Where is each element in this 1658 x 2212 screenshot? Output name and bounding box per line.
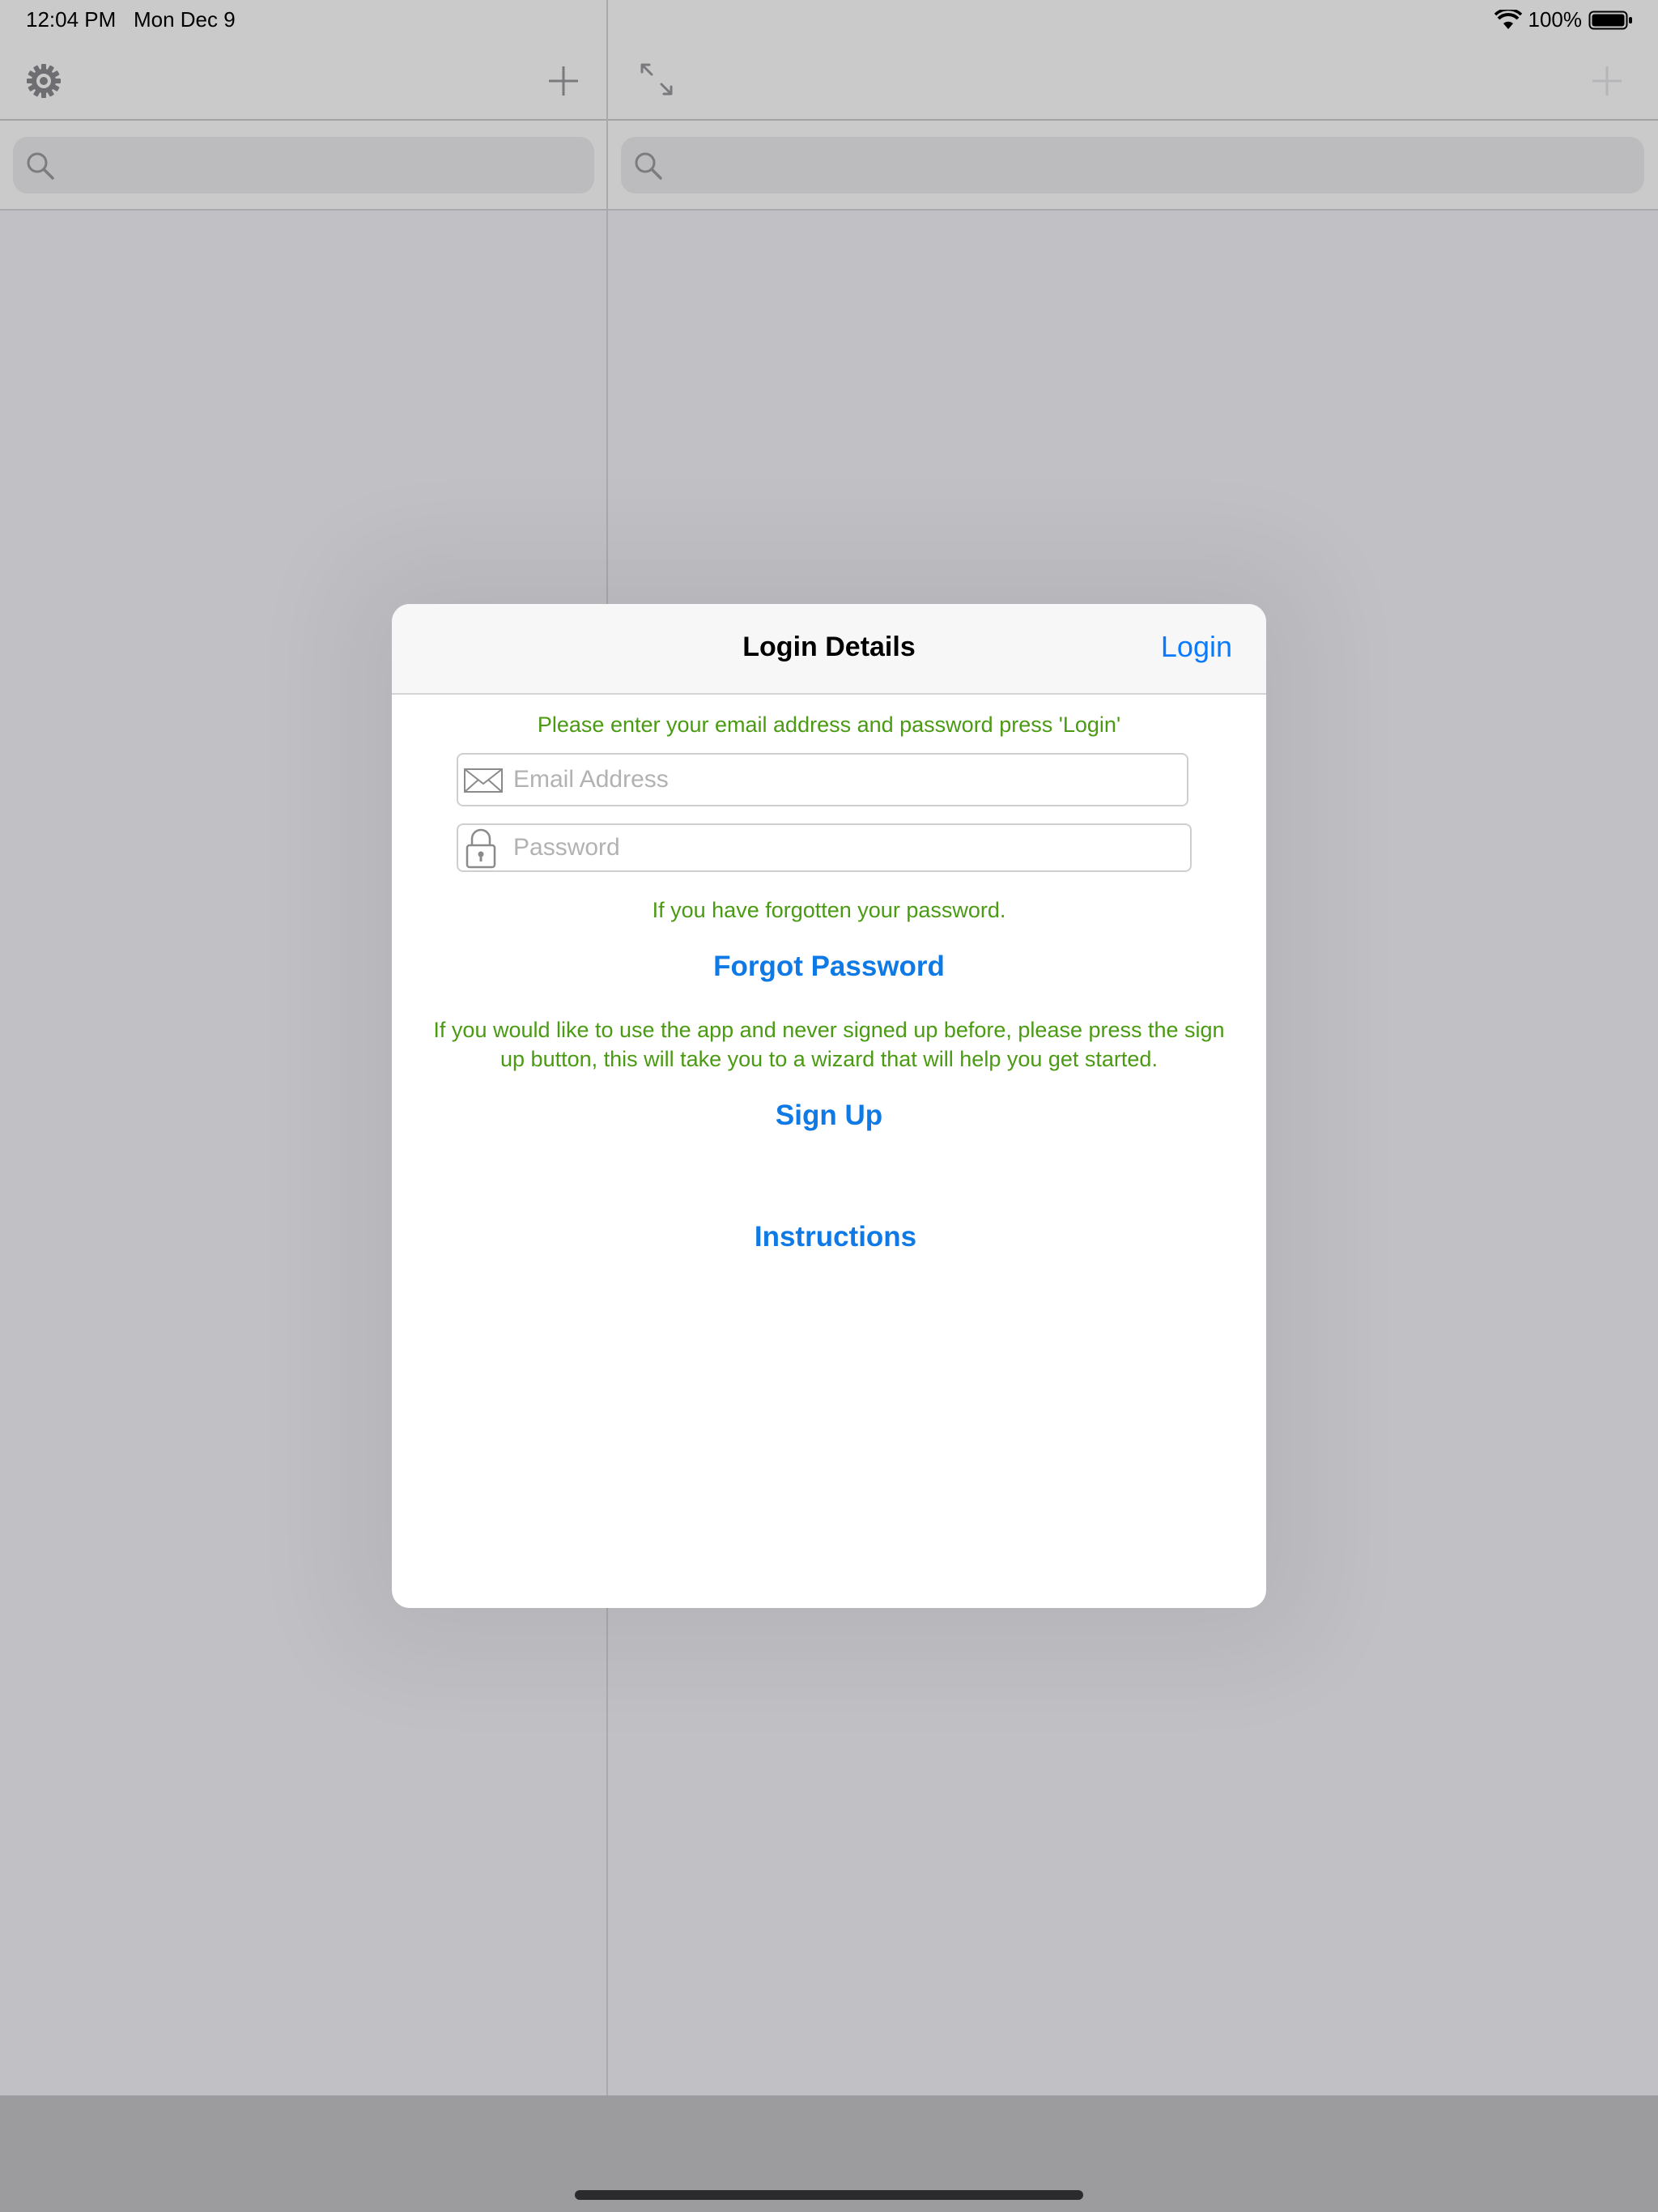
- settings-button[interactable]: [24, 62, 63, 100]
- login-instruction: Please enter your email address and pass…: [537, 713, 1121, 737]
- email-input[interactable]: [513, 755, 1177, 805]
- signup-hint-line-1: If you would like to use the app and nev…: [433, 1018, 1225, 1042]
- modal-title: Login Details: [742, 632, 916, 662]
- login-modal: Login Details Login Please enter your em…: [392, 604, 1266, 1608]
- login-button[interactable]: Login: [1161, 630, 1232, 664]
- expand-icon: [640, 63, 673, 96]
- envelope-icon: [464, 768, 503, 793]
- email-field[interactable]: [457, 753, 1188, 806]
- modal-header: Login Details Login: [392, 604, 1266, 695]
- detail-search-area: [608, 121, 1658, 211]
- battery-icon: [1588, 11, 1632, 29]
- signup-hint-line-2: up button, this will take you to a wizar…: [500, 1047, 1158, 1071]
- password-input[interactable]: [513, 825, 1180, 870]
- search-icon: [635, 152, 662, 180]
- master-search-field[interactable]: [13, 137, 594, 194]
- master-search-area: [0, 121, 607, 211]
- search-icon: [27, 152, 54, 180]
- forgot-hint: If you have forgotten your password.: [652, 898, 1006, 922]
- status-clock: 12:04 PM: [26, 7, 117, 32]
- search-separator: [608, 209, 1658, 211]
- forgot-password-button[interactable]: Forgot Password: [392, 951, 1266, 983]
- gear-icon: [27, 64, 61, 98]
- status-time: 12:04 PM Mon Dec 9: [26, 7, 236, 32]
- password-field[interactable]: [457, 823, 1192, 872]
- plus-icon: [1592, 66, 1622, 96]
- plus-icon: [549, 66, 578, 96]
- home-indicator[interactable]: [575, 2190, 1083, 2200]
- detail-search-field[interactable]: [621, 137, 1644, 194]
- sign-up-button[interactable]: Sign Up: [392, 1100, 1266, 1132]
- status-bar: 12:04 PM Mon Dec 9 100%: [0, 0, 1658, 40]
- search-separator: [0, 209, 607, 211]
- instructions-button[interactable]: Instructions: [405, 1221, 1266, 1253]
- add-button[interactable]: [544, 62, 583, 100]
- battery-percent: 100%: [1528, 7, 1583, 32]
- wifi-icon: [1494, 9, 1522, 29]
- lock-icon: [466, 828, 496, 869]
- expand-button[interactable]: [636, 58, 678, 100]
- status-date: Mon Dec 9: [133, 7, 236, 32]
- add-detail-button[interactable]: [1588, 62, 1626, 100]
- status-indicators: 100%: [1494, 7, 1635, 32]
